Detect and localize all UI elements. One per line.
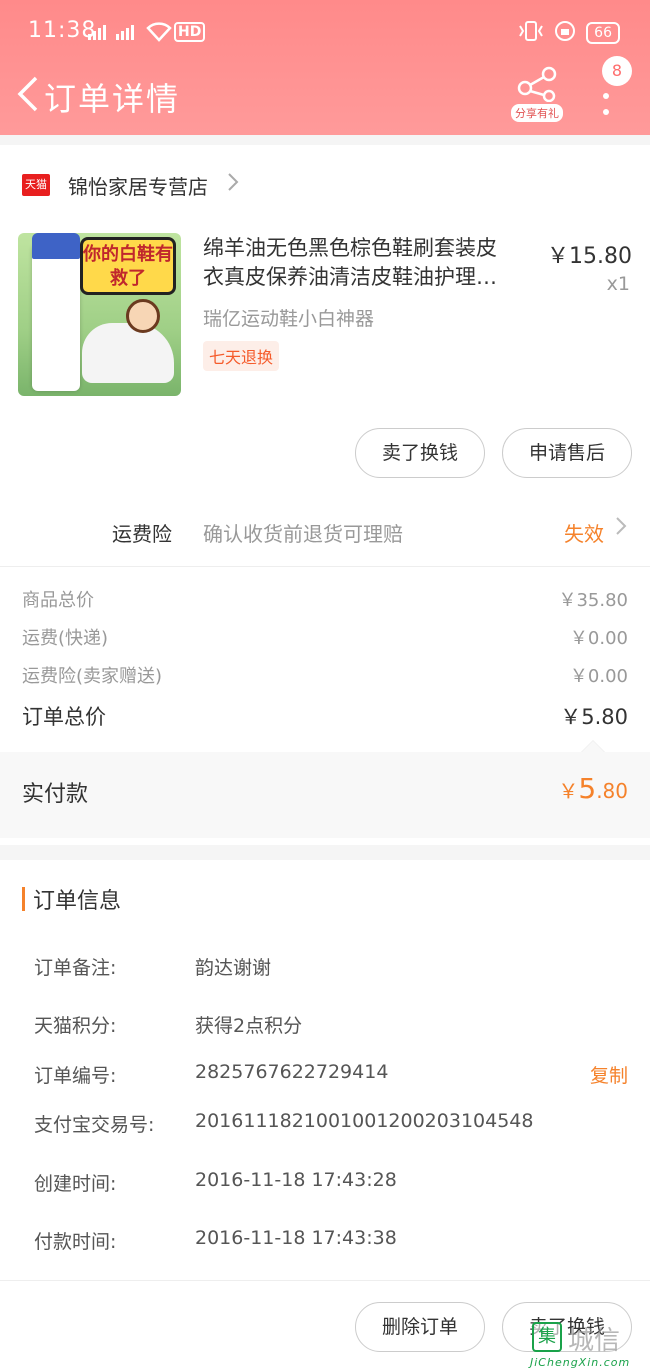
- paid-time: 2016-11-18 17:43:38: [195, 1227, 397, 1249]
- girl-image: [126, 299, 160, 333]
- shipping-insurance-status[interactable]: 失效: [564, 518, 604, 547]
- more-icon[interactable]: [596, 82, 616, 122]
- status-time: 11:38: [28, 18, 97, 43]
- hd-icon: HD: [174, 22, 206, 42]
- summary-row-goods: 商品总价 ￥35.80: [22, 586, 628, 612]
- summary-label: 运费(快递): [22, 628, 109, 649]
- tmall-logo-icon: 天猫: [22, 174, 50, 196]
- summary-label: 商品总价: [22, 590, 94, 611]
- apply-aftersale-button[interactable]: 申请售后: [502, 428, 632, 478]
- delete-order-button[interactable]: 删除订单: [355, 1302, 485, 1352]
- product-sku: 瑞亿运动鞋小白神器: [203, 308, 375, 330]
- share-label: 分享有礼: [511, 104, 563, 122]
- back-icon[interactable]: [14, 74, 42, 114]
- bottle-cap: [32, 233, 80, 259]
- page-title: 订单详情: [44, 80, 181, 118]
- shop-row[interactable]: 天猫 锦怡家居专营店: [22, 168, 240, 202]
- order-info-header: 订单信息: [22, 883, 121, 915]
- watermark: 集 城信 JiChengXin.com: [528, 1318, 646, 1372]
- nav-bar: 订单详情 分享有礼 8: [0, 56, 650, 134]
- accent-bar: [22, 887, 25, 911]
- order-info-title: 订单信息: [33, 889, 122, 914]
- battery-indicator: 66: [586, 22, 620, 44]
- wifi-icon: [146, 20, 172, 46]
- shoe-image: [82, 323, 174, 383]
- sell-for-cash-button[interactable]: 卖了换钱: [355, 428, 485, 478]
- info-label: 创建时间:: [34, 1173, 117, 1195]
- product-title[interactable]: 绵羊油无色黑色棕色鞋刷套装皮 衣真皮保养油清洁皮鞋油护理…: [203, 234, 533, 292]
- shop-name: 锦怡家居专营店: [68, 174, 208, 199]
- summary-label: 运费险(卖家赠送): [22, 666, 163, 687]
- return-tag: 七天退换: [203, 341, 280, 371]
- info-label: 支付宝交易号:: [34, 1114, 155, 1136]
- info-label: 天猫积分:: [34, 1015, 117, 1037]
- created-time: 2016-11-18 17:43:28: [195, 1169, 397, 1191]
- info-value: 韵达谢谢: [195, 957, 272, 979]
- summary-total-label: 订单总价: [22, 705, 106, 729]
- summary-row-insurance: 运费险(卖家赠送) ￥0.00: [22, 662, 628, 688]
- image-caption: 你的白鞋有救了: [80, 237, 176, 295]
- product-quantity: x1: [606, 273, 630, 295]
- copy-button[interactable]: 复制: [590, 1061, 628, 1088]
- chevron-right-icon[interactable]: [614, 514, 628, 544]
- summary-total-value: ￥5.80: [560, 705, 628, 729]
- share-icon: [517, 66, 557, 102]
- status-bar: 11:38 HD 66: [0, 0, 650, 64]
- product-title-line1: 绵羊油无色黑色棕色鞋刷套装皮: [203, 236, 497, 260]
- bottle-image: [32, 245, 80, 391]
- order-number: 2825767622729414: [195, 1061, 389, 1083]
- info-label: 订单备注:: [34, 957, 117, 979]
- product-title-line2: 衣真皮保养油清洁皮鞋油护理…: [203, 265, 497, 289]
- caret-up: [581, 740, 605, 752]
- summary-row-total: 订单总价 ￥5.80: [22, 701, 628, 731]
- paid-section: 实付款 ￥5.80: [0, 752, 650, 838]
- shipping-insurance-label: 运费险: [112, 522, 172, 546]
- summary-row-shipping: 运费(快递) ￥0.00: [22, 624, 628, 650]
- divider: [0, 566, 650, 567]
- paid-label: 实付款: [22, 782, 89, 807]
- app-header: 11:38 HD 66 订单详情 分享有礼 8: [0, 0, 650, 135]
- message-badge[interactable]: 8: [602, 56, 632, 86]
- vibrate-icon: [518, 20, 544, 46]
- summary-value: ￥35.80: [558, 590, 628, 611]
- watermark-icon: 集: [532, 1322, 562, 1352]
- chevron-right-icon: [226, 171, 240, 199]
- info-label: 订单编号:: [34, 1065, 117, 1087]
- watermark-text: 城信: [568, 1326, 621, 1356]
- paid-amount: ￥5.80: [558, 772, 628, 805]
- info-label: 付款时间:: [34, 1231, 117, 1253]
- share-button[interactable]: 分享有礼: [508, 66, 566, 122]
- alipay-trade-number: 2016111821001001200203104548: [195, 1110, 534, 1132]
- shipping-insurance-desc: 确认收货前退货可理赔: [203, 522, 403, 546]
- divider: [0, 1280, 650, 1281]
- summary-value: ￥0.00: [569, 628, 628, 649]
- watermark-sub: JiChengXin.com: [530, 1356, 631, 1369]
- summary-value: ￥0.00: [569, 666, 628, 687]
- alarm-icon: [554, 20, 576, 46]
- info-value: 获得2点积分: [195, 1015, 303, 1037]
- product-image[interactable]: 你的白鞋有救了: [18, 233, 181, 396]
- product-price: ￥15.80: [547, 244, 632, 269]
